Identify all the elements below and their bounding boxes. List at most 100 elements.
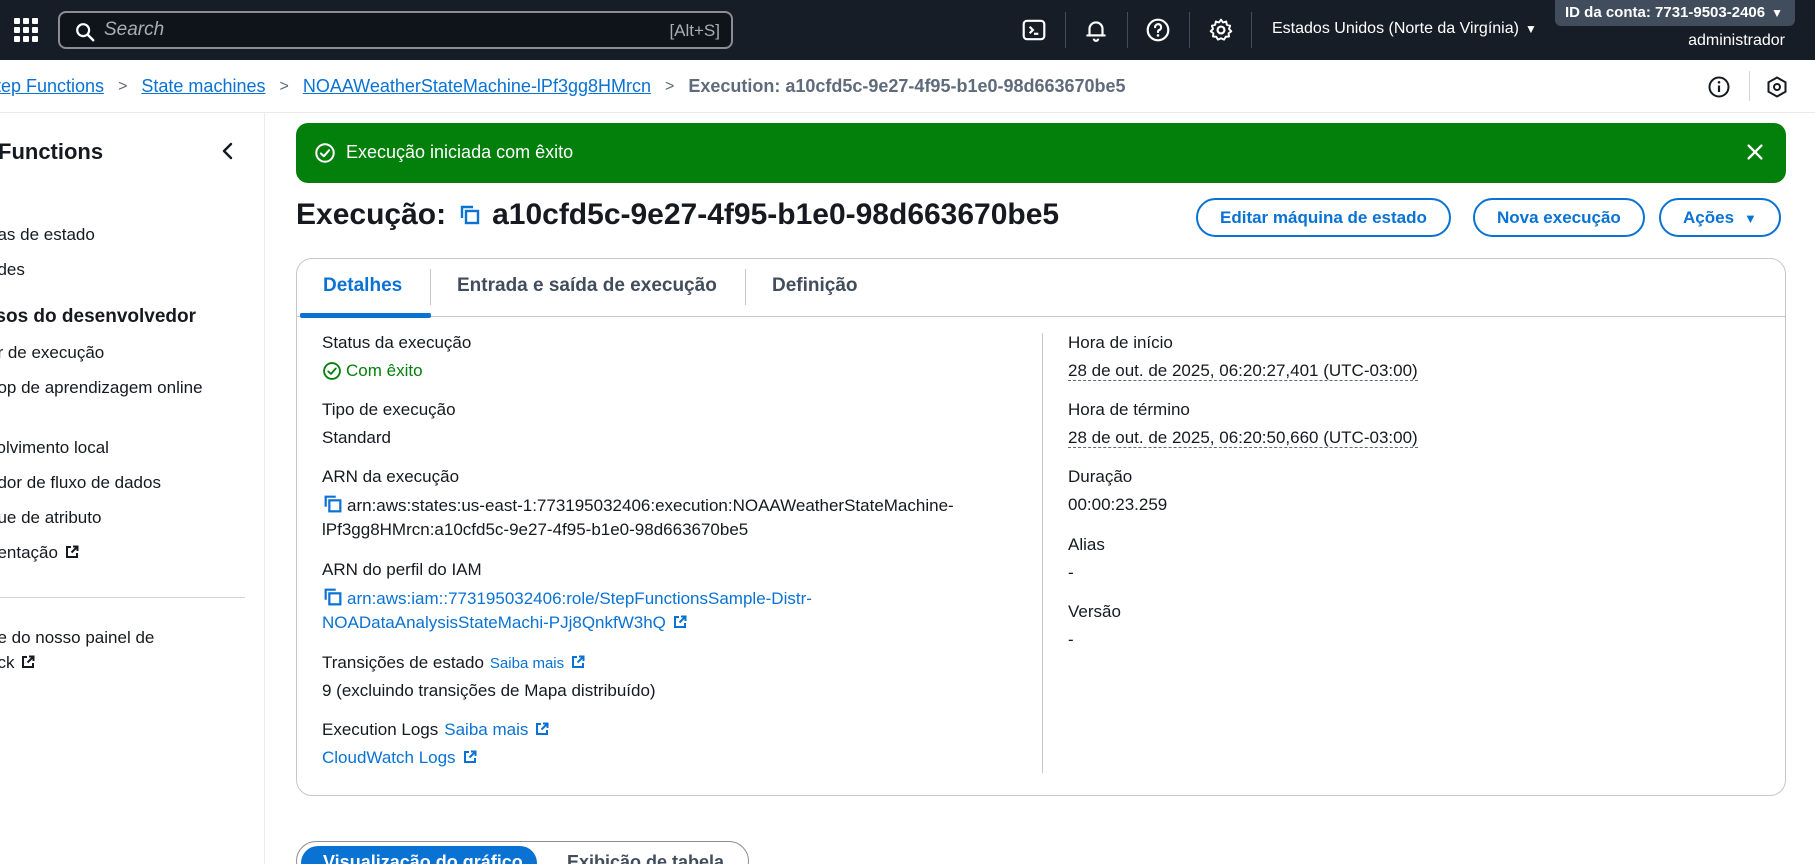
end-time-field: Hora de término 28 de out. de 2025, 06:2… (1068, 400, 1418, 450)
execution-details-panel: Detalhes Entrada e saída de execução Def… (296, 258, 1786, 796)
page-title-prefix: Execução: (296, 198, 447, 231)
start-time-field: Hora de início 28 de out. de 2025, 06:20… (1068, 333, 1418, 383)
version-label: Versão (1068, 602, 1121, 621)
version-value: - (1068, 630, 1074, 649)
sidebar-item-activities[interactable]: ades (0, 260, 25, 280)
apps-grid-icon[interactable] (14, 18, 38, 42)
sidebar-section-developer-resources: rsos do desenvolvedor (0, 306, 197, 327)
version-field: Versão - (1068, 602, 1121, 652)
duration-value: 00:00:23.259 (1068, 495, 1168, 514)
actions-button-label: Ações (1683, 207, 1735, 227)
type-label: Tipo de execução (322, 400, 456, 419)
iam-role-field: ARN do perfil do IAM arn:aws:iam::773195… (322, 560, 1022, 635)
external-link-icon (536, 722, 549, 735)
chevron-left-icon[interactable] (216, 139, 240, 163)
logs-learn-more-label: Saiba mais (444, 720, 529, 739)
cloudwatch-logs-label: CloudWatch Logs (322, 748, 456, 767)
chevron-right-icon: > (664, 77, 675, 95)
close-icon[interactable] (1744, 141, 1766, 163)
sidebar-item-execution[interactable]: or de execução (0, 343, 104, 363)
table-view-toggle[interactable]: Exibição de tabela (567, 852, 724, 864)
sidebar-feedback-line2: ack (0, 653, 15, 672)
duration-field: Duração 00:00:23.259 (1068, 467, 1167, 517)
status-value: Com êxito (322, 359, 471, 383)
execution-id: a10cfd5c-9e27-4f95-b1e0-98d663670be5 (492, 198, 1060, 231)
user-name[interactable]: administrador (1688, 32, 1785, 50)
success-check-icon (323, 362, 341, 380)
edit-state-machine-button[interactable]: Editar máquina de estado (1196, 198, 1451, 237)
new-execution-button[interactable]: Nova execução (1473, 198, 1645, 237)
status-value-text: Com êxito (346, 361, 423, 380)
copy-icon[interactable] (322, 493, 344, 515)
copy-icon[interactable] (458, 203, 482, 227)
success-flashbar: Execução iniciada com êxito (296, 123, 1786, 183)
sidebar-item-attribute[interactable]: que de atributo (0, 508, 101, 528)
settings-gear-icon[interactable] (1208, 17, 1234, 43)
sidebar-item-workshop[interactable]: hop de aprendizagem online (0, 378, 203, 398)
sidebar-feedback-line1[interactable]: pe do nosso painel de (0, 628, 154, 648)
state-transitions-field: Transições de estado Saiba mais 9 (exclui… (322, 653, 1022, 703)
sidebar-item-data-flow[interactable]: ador de fluxo de dados (0, 473, 161, 493)
state-transitions-label-row: Transições de estado Saiba mais (322, 653, 1022, 673)
type-field: Tipo de execução Standard (322, 400, 456, 450)
learn-more-label: Saiba mais (489, 655, 565, 672)
external-link-icon (65, 545, 79, 558)
chevron-right-icon: > (118, 77, 128, 95)
execution-arn-line2: lPf3gg8HMrcn:a10cfd5c-9e27-4f95-b1e0-98d… (322, 520, 749, 539)
alias-label: Alias (1068, 535, 1105, 554)
breadcrumb-step-functions[interactable]: tep Functions (0, 76, 104, 97)
start-time-label: Hora de início (1068, 333, 1173, 352)
execution-arn-value: arn:aws:states:us-east-1:773195032406:ex… (322, 493, 1022, 542)
region-label: Estados Unidos (Norte da Virgínia) (1272, 20, 1519, 37)
tab-details[interactable]: Detalhes (323, 275, 402, 297)
learn-more-link[interactable]: Saiba mais (490, 655, 586, 672)
status-field: Status da execução Com êxito (322, 333, 471, 383)
end-time-value[interactable]: 28 de out. de 2025, 06:20:50,660 (UTC-03… (1068, 428, 1418, 448)
flash-message: Execução iniciada com êxito (346, 142, 574, 162)
tab-definition[interactable]: Definição (772, 275, 858, 297)
graph-view-toggle[interactable]: Visualização do gráfico (301, 846, 537, 864)
sidebar-item-local-development[interactable]: volvimento local (0, 438, 109, 458)
caret-down-icon: ▼ (1744, 210, 1757, 226)
start-time-value[interactable]: 28 de out. de 2025, 06:20:27,401 (UTC-03… (1068, 361, 1418, 381)
iam-role-link-line2[interactable]: NOADataAnalysisStateMachi-PJj8QnkfW3hQ (322, 613, 666, 632)
search-box[interactable]: [Alt+S] (58, 11, 733, 49)
preferences-icon[interactable] (1765, 75, 1789, 99)
external-link-icon (673, 615, 687, 628)
tab-list: Detalhes Entrada e saída de execução Def… (297, 259, 1785, 318)
logs-learn-more-link[interactable]: Saiba mais (444, 720, 550, 739)
breadcrumb-state-machine[interactable]: NOAAWeatherStateMachine-lPf3gg8HMrcn (303, 76, 651, 97)
iam-role-link-line1[interactable]: arn:aws:iam::773195032406:role/StepFunct… (347, 589, 812, 608)
end-time-label: Hora de término (1068, 400, 1190, 419)
execution-logs-label: Execution Logs (322, 720, 439, 739)
side-navigation: Functions nas de estado ades rsos do des… (0, 113, 265, 864)
sidebar-title[interactable]: Functions (0, 139, 103, 165)
account-id-badge[interactable]: ID da conta: 7731-9503-2406 ▼ (1555, 0, 1795, 26)
caret-down-icon: ▼ (1771, 6, 1783, 20)
actions-button[interactable]: Ações ▼ (1659, 198, 1781, 237)
info-icon[interactable] (1707, 75, 1731, 99)
status-label: Status da execução (322, 333, 472, 352)
page-title: Execução: a10cfd5c-9e27-4f95-b1e0-98d663… (296, 198, 1059, 232)
cloudwatch-logs-link[interactable]: CloudWatch Logs (322, 746, 1022, 770)
search-input[interactable] (104, 17, 604, 43)
external-link-icon (22, 655, 35, 668)
sidebar-item-state-machines[interactable]: nas de estado (0, 225, 95, 245)
breadcrumb: tep Functions > State machines > NOAAWea… (0, 76, 1126, 97)
execution-arn-line1: arn:aws:states:us-east-1:773195032406:ex… (347, 496, 954, 515)
duration-label: Duração (1068, 467, 1133, 486)
alias-field: Alias - (1068, 535, 1105, 585)
cloudshell-icon[interactable] (1021, 17, 1047, 43)
copy-icon[interactable] (322, 586, 344, 608)
external-link-icon (463, 750, 477, 763)
sidebar-item-documentation[interactable]: nentação (0, 543, 80, 563)
state-transitions-label: Transições de estado (322, 653, 484, 672)
notifications-bell-icon[interactable] (1083, 17, 1109, 43)
tab-execution-input-output[interactable]: Entrada e saída de execução (457, 275, 717, 297)
region-selector[interactable]: Estados Unidos (Norte da Virgínia) ▼ (1272, 20, 1537, 38)
breadcrumb-state-machines[interactable]: State machines (141, 76, 265, 97)
help-icon[interactable] (1145, 17, 1171, 43)
sidebar-feedback[interactable]: ack (0, 653, 36, 673)
view-toggle: Visualização do gráfico Exibição de tabe… (296, 841, 749, 864)
alias-value: - (1068, 563, 1074, 582)
